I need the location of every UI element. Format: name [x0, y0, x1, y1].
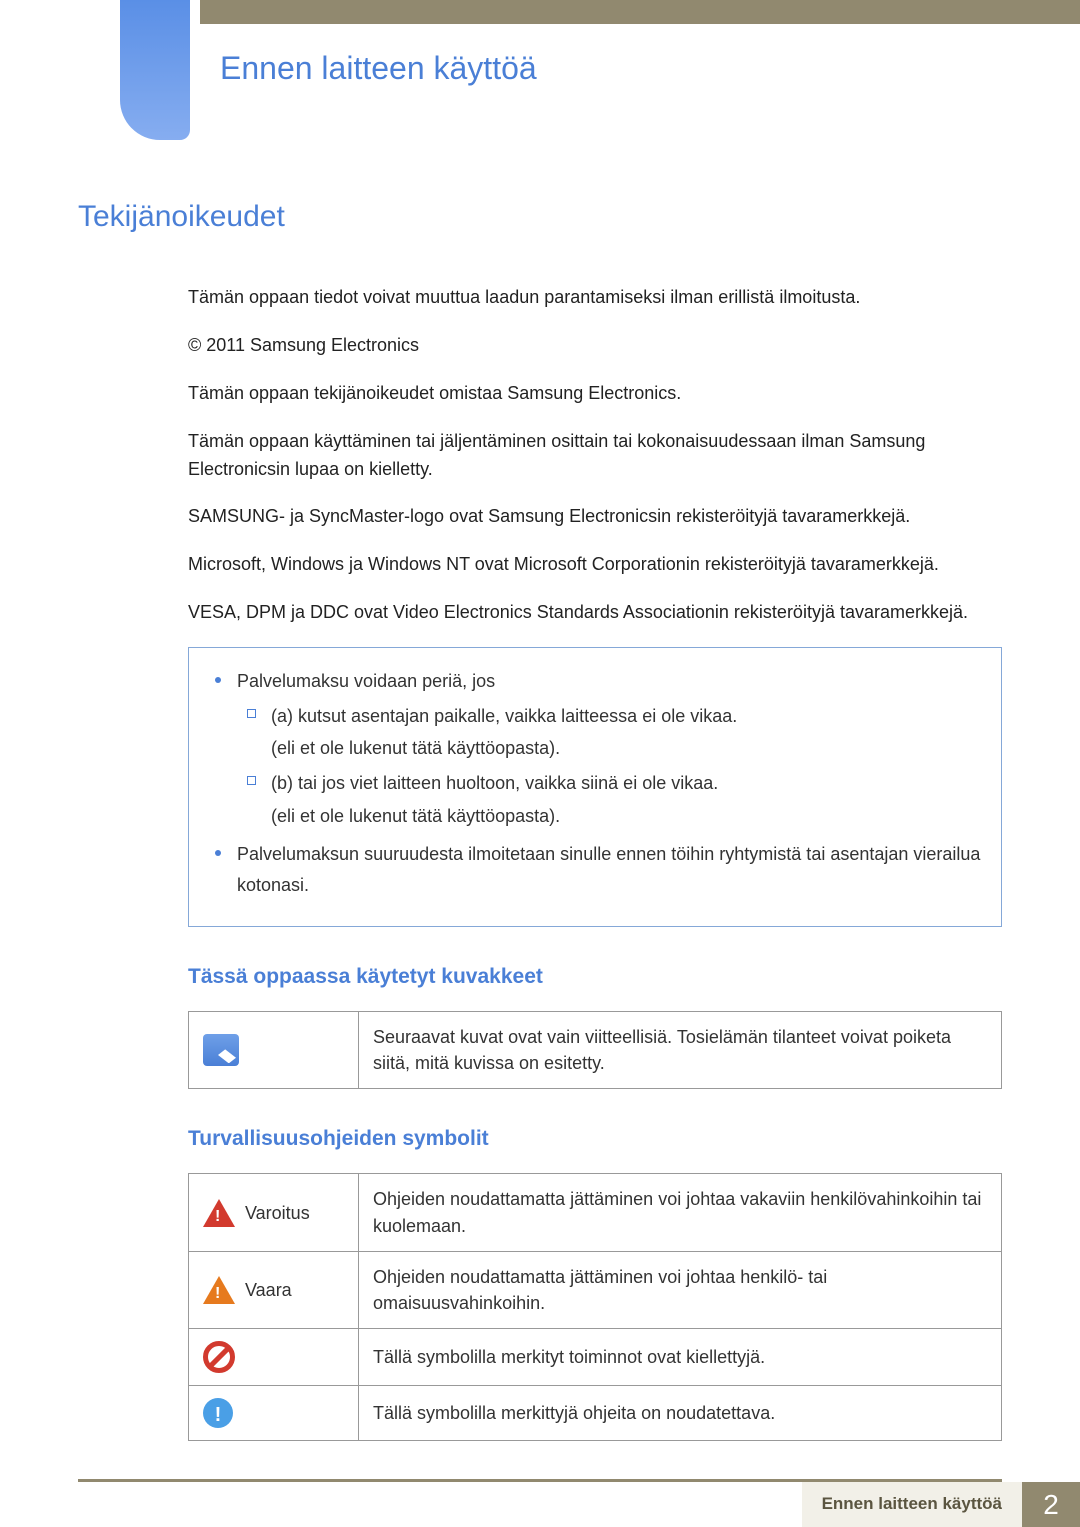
top-bar: [200, 0, 1080, 24]
table-row: Tällä symbolilla merkittyjä ohjeita on n…: [189, 1385, 1002, 1440]
section-heading: Tekijänoikeudet: [78, 200, 1002, 234]
footer-section-label: Ennen laitteen käyttöä: [802, 1482, 1022, 1527]
list-item: Palvelumaksu voidaan periä, jos (a) kuts…: [209, 666, 981, 831]
sub-text: (b) tai jos viet laitteen huoltoon, vaik…: [271, 773, 718, 793]
paragraph: VESA, DPM ja DDC ovat Video Electronics …: [188, 599, 1002, 627]
sub-text: (a) kutsut asentajan paikalle, vaikka la…: [271, 706, 737, 726]
safety-table: Varoitus Ohjeiden noudattamatta jättämin…: [188, 1173, 1002, 1440]
list-text: Palvelumaksun suuruudesta ilmoitetaan si…: [237, 844, 980, 895]
warning-triangle-orange-icon: [203, 1276, 235, 1304]
table-row: Vaara Ohjeiden noudattamatta jättäminen …: [189, 1251, 1002, 1328]
list-item: Palvelumaksun suuruudesta ilmoitetaan si…: [209, 839, 981, 900]
footer: Ennen laitteen käyttöä 2: [78, 1479, 1080, 1527]
content-area: Tekijänoikeudet Tämän oppaan tiedot voiv…: [78, 200, 1002, 1441]
safety-subheading: Turvallisuusohjeiden symbolit: [188, 1127, 1002, 1151]
icon-desc: Seuraavat kuvat ovat vain viitteellisiä.…: [359, 1012, 1002, 1089]
chapter-tab: [120, 0, 190, 140]
prohibit-icon: [203, 1341, 235, 1373]
service-fee-box: Palvelumaksu voidaan periä, jos (a) kuts…: [188, 647, 1002, 927]
icons-table: Seuraavat kuvat ovat vain viitteellisiä.…: [188, 1011, 1002, 1089]
page-number: 2: [1022, 1482, 1080, 1527]
paragraph: Microsoft, Windows ja Windows NT ovat Mi…: [188, 551, 1002, 579]
warning-triangle-red-icon: [203, 1199, 235, 1227]
icon-desc: Tällä symbolilla merkittyjä ohjeita on n…: [359, 1385, 1002, 1440]
icon-label: Vaara: [245, 1277, 292, 1303]
sub-list-item: (a) kutsut asentajan paikalle, vaikka la…: [237, 701, 981, 764]
icons-subheading: Tässä oppaassa käytetyt kuvakkeet: [188, 965, 1002, 989]
paragraph: Tämän oppaan tekijänoikeudet omistaa Sam…: [188, 380, 1002, 408]
icon-label: Varoitus: [245, 1200, 310, 1226]
list-text: Palvelumaksu voidaan periä, jos: [237, 671, 495, 691]
paragraph: © 2011 Samsung Electronics: [188, 332, 1002, 360]
icon-desc: Ohjeiden noudattamatta jättäminen voi jo…: [359, 1251, 1002, 1328]
table-row: Tällä symbolilla merkityt toiminnot ovat…: [189, 1328, 1002, 1385]
info-circle-icon: [203, 1398, 233, 1428]
paragraph: SAMSUNG- ja SyncMaster-logo ovat Samsung…: [188, 503, 1002, 531]
icon-cell: [189, 1012, 359, 1089]
icon-cell: [189, 1328, 359, 1385]
table-row: Seuraavat kuvat ovat vain viitteellisiä.…: [189, 1012, 1002, 1089]
square-bullet-icon: [247, 776, 256, 785]
note-icon: [203, 1034, 239, 1066]
icon-desc: Tällä symbolilla merkityt toiminnot ovat…: [359, 1328, 1002, 1385]
icon-cell: Varoitus: [189, 1174, 359, 1251]
table-row: Varoitus Ohjeiden noudattamatta jättämin…: [189, 1174, 1002, 1251]
body-text: Tämän oppaan tiedot voivat muuttua laadu…: [188, 284, 1002, 627]
square-bullet-icon: [247, 709, 256, 718]
sub-note: (eli et ole lukenut tätä käyttöopasta).: [271, 733, 981, 764]
sub-list-item: (b) tai jos viet laitteen huoltoon, vaik…: [237, 768, 981, 831]
sub-note: (eli et ole lukenut tätä käyttöopasta).: [271, 801, 981, 832]
icon-desc: Ohjeiden noudattamatta jättäminen voi jo…: [359, 1174, 1002, 1251]
paragraph: Tämän oppaan tiedot voivat muuttua laadu…: [188, 284, 1002, 312]
icon-cell: [189, 1385, 359, 1440]
page-title: Ennen laitteen käyttöä: [220, 50, 537, 87]
paragraph: Tämän oppaan käyttäminen tai jäljentämin…: [188, 428, 1002, 484]
icon-cell: Vaara: [189, 1251, 359, 1328]
